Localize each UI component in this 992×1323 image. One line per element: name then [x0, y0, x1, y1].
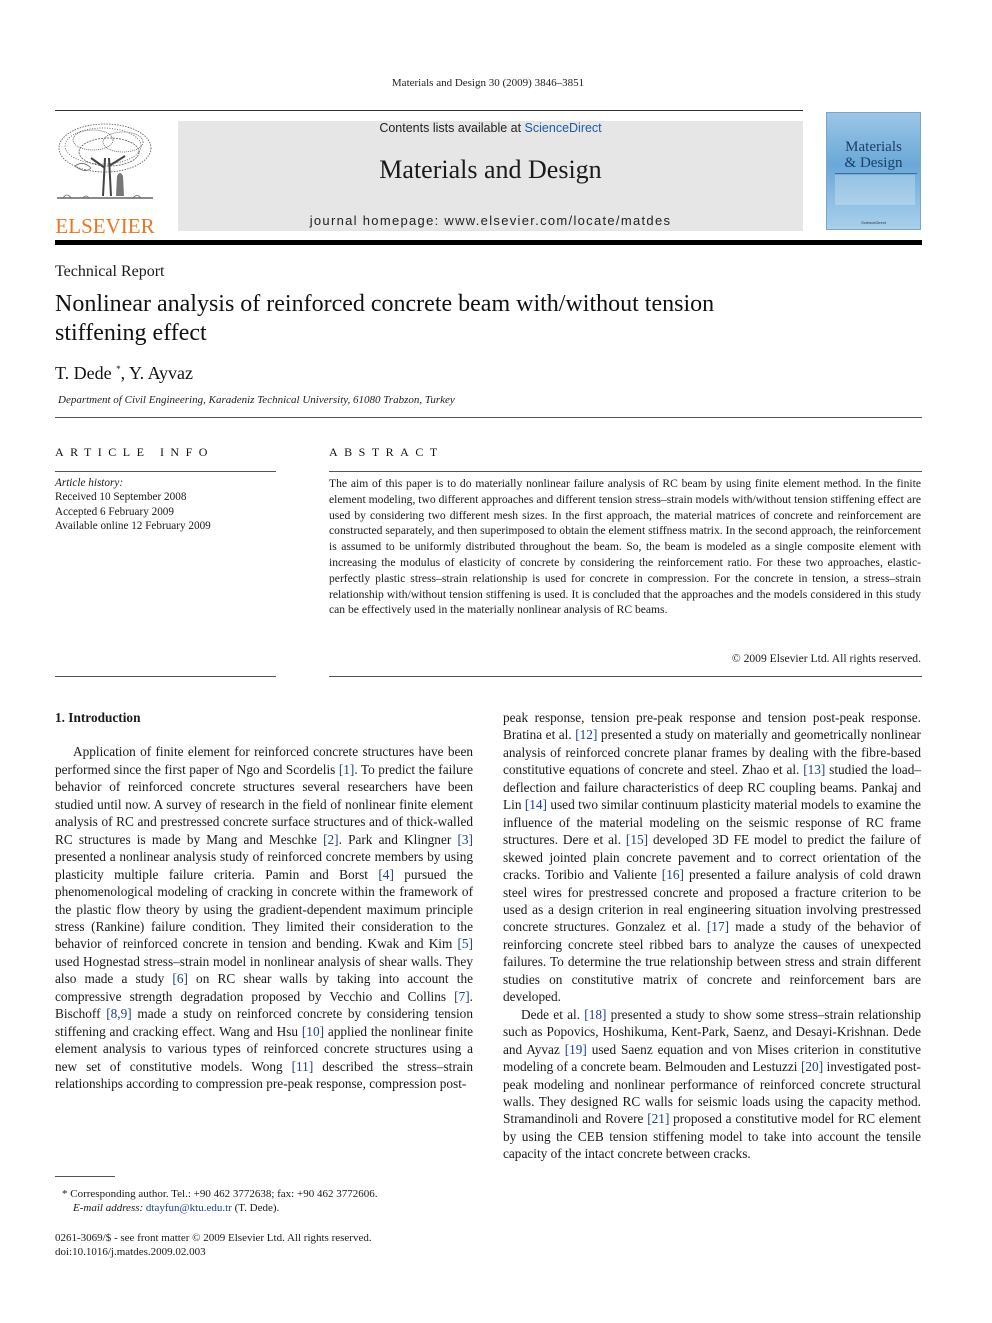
elsevier-logo[interactable]: ELSEVIER [53, 118, 157, 238]
journal-homepage-link[interactable]: journal homepage: www.elsevier.com/locat… [178, 213, 803, 228]
citation-link[interactable]: [12] [575, 727, 597, 742]
issn-line: 0261-3069/$ - see front matter © 2009 El… [55, 1232, 372, 1244]
citation-link[interactable]: [20] [801, 1059, 823, 1074]
citation-link[interactable]: [14] [525, 797, 547, 812]
header-rule [55, 110, 803, 111]
footnote: * Corresponding author. Tel.: +90 462 37… [62, 1187, 377, 1215]
citation-link[interactable]: [18] [584, 1007, 606, 1022]
sciencedirect-link[interactable]: ScienceDirect [525, 121, 602, 135]
citation-link[interactable]: [17] [707, 919, 729, 934]
journal-cover-thumbnail[interactable]: Materials & Design ScienceDirect [826, 112, 921, 230]
author-list: T. Dede *, Y. Ayvaz [55, 363, 193, 384]
citation-link[interactable]: [1] [339, 762, 355, 777]
footnote-rule [55, 1176, 115, 1177]
journal-banner: Contents lists available at ScienceDirec… [178, 121, 803, 231]
journal-citation: Materials and Design 30 (2009) 3846–3851 [391, 77, 585, 89]
cover-title-line-1: Materials [845, 139, 902, 155]
article-history-label: Article history: [55, 477, 124, 489]
email-link[interactable]: dtayfun@ktu.edu.tr [146, 1202, 232, 1214]
abstract-text: The aim of this paper is to do materiall… [329, 477, 921, 617]
accepted-date: Accepted 6 February 2009 [55, 505, 174, 518]
citation-link[interactable]: [16] [662, 867, 684, 882]
corresponding-author-note: Corresponding author. Tel.: +90 462 3772… [70, 1188, 378, 1200]
citation-link[interactable]: [10] [302, 1024, 324, 1039]
citation-link[interactable]: [15] [626, 832, 648, 847]
contents-availability: Contents lists available at ScienceDirec… [178, 121, 803, 135]
elsevier-tree-icon [57, 123, 153, 199]
citation-link[interactable]: [5] [457, 936, 473, 951]
citation-link[interactable]: [7] [454, 989, 470, 1004]
cover-title: Materials & Design [827, 139, 920, 171]
article-title: Nonlinear analysis of reinforced concret… [55, 291, 715, 346]
citation-link[interactable]: [19] [565, 1042, 587, 1057]
abstract-bottom-rule [329, 676, 922, 677]
affiliation-rule [55, 417, 922, 418]
author-name[interactable]: Y. Ayvaz [129, 363, 193, 383]
citation-link[interactable]: [4] [378, 867, 394, 882]
author-separator: , [120, 363, 129, 383]
body-paragraph: Dede et al. [18] presented a study to sh… [503, 1006, 921, 1162]
front-matter: 0261-3069/$ - see front matter © 2009 El… [55, 1231, 372, 1259]
cover-publisher: ScienceDirect [861, 220, 886, 225]
article-info-heading: ARTICLE INFO [55, 445, 214, 459]
citation-link[interactable]: [6] [172, 971, 188, 986]
email-label: E-mail address: [73, 1202, 144, 1214]
header-thick-rule [55, 240, 922, 245]
abstract-rule [329, 471, 922, 472]
body-column-right: peak response, tension pre-peak response… [503, 709, 921, 1163]
contents-prefix: Contents lists available at [379, 121, 525, 135]
journal-title: Materials and Design [379, 155, 602, 184]
article-info-bottom-rule [55, 676, 276, 677]
cover-decoration [835, 175, 915, 205]
body-paragraph: Application of finite element for reinfo… [55, 744, 474, 1092]
citation-link[interactable]: [21] [647, 1111, 669, 1126]
citation-link[interactable]: [2] [323, 832, 339, 847]
article-info-rule [55, 471, 276, 472]
citation-link[interactable]: [3] [457, 832, 473, 847]
section-heading-introduction: 1. Introduction [55, 710, 141, 725]
body-paragraph: peak response, tension pre-peak response… [503, 710, 921, 1005]
author-name[interactable]: T. Dede [55, 363, 112, 383]
footnote-mark: * [62, 1188, 68, 1200]
article-type: Technical Report [55, 263, 165, 280]
citation-link[interactable]: [8,9] [106, 1006, 131, 1021]
citation-link[interactable]: [11] [292, 1059, 314, 1074]
email-suffix: (T. Dede). [231, 1202, 280, 1214]
abstract-copyright: © 2009 Elsevier Ltd. All rights reserved… [731, 652, 921, 665]
doi-link[interactable]: doi:10.1016/j.matdes.2009.02.003 [55, 1245, 372, 1259]
cover-divider [835, 173, 917, 174]
received-date: Received 10 September 2008 [55, 491, 187, 504]
author-affiliation: Department of Civil Engineering, Karaden… [58, 394, 455, 406]
abstract-heading: ABSTRACT [329, 445, 444, 459]
cover-title-line-2: & Design [844, 155, 903, 171]
online-date: Available online 12 February 2009 [55, 519, 211, 532]
citation-link[interactable]: [13] [803, 762, 825, 777]
article-history: Article history: Received 10 September 2… [55, 476, 211, 533]
body-column-left: 1. Introduction Application of finite el… [55, 709, 473, 1093]
elsevier-wordmark: ELSEVIER [55, 214, 155, 238]
